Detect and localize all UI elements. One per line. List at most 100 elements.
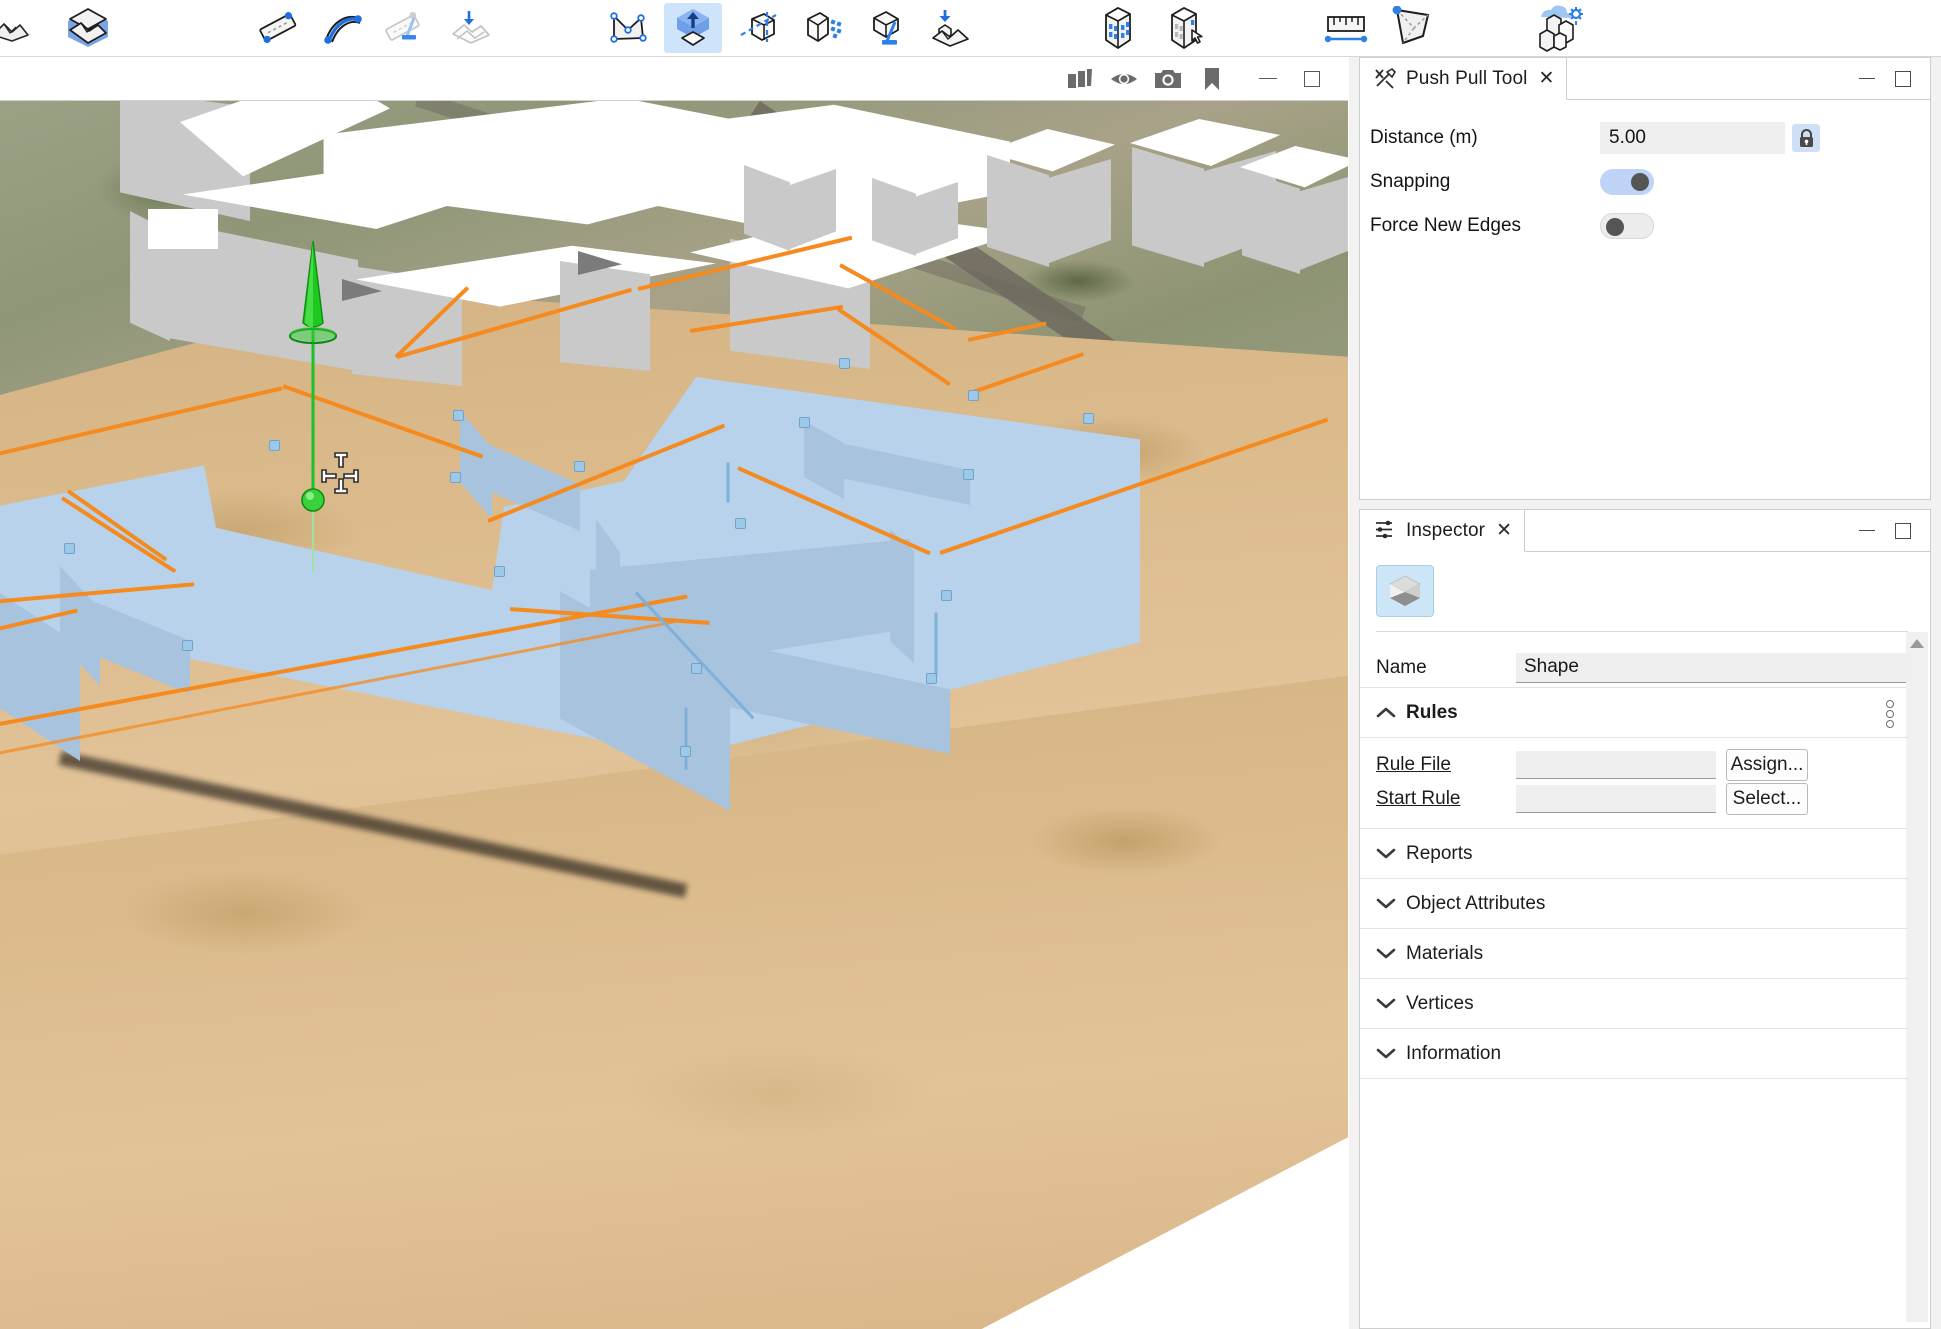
push-pull-icon[interactable] bbox=[664, 3, 722, 53]
inspector-scrollbar[interactable] bbox=[1906, 632, 1928, 1322]
snapping-toggle[interactable] bbox=[1600, 169, 1654, 195]
close-icon[interactable]: ✕ bbox=[1494, 521, 1512, 540]
chevron-down-icon bbox=[1376, 847, 1406, 860]
vertex-handle[interactable] bbox=[968, 390, 979, 401]
mirror-shape-icon[interactable] bbox=[730, 4, 786, 52]
shape-edit-icon[interactable] bbox=[858, 4, 914, 52]
polyline-segment-glyph bbox=[259, 12, 297, 44]
vertex-handle[interactable] bbox=[799, 417, 810, 428]
viewport-minimize-button[interactable] bbox=[1246, 59, 1290, 99]
vertex-handle[interactable] bbox=[182, 640, 193, 651]
chevron-down-icon bbox=[1376, 1047, 1406, 1060]
shape-tab-button[interactable] bbox=[1376, 565, 1434, 617]
inspector-panel: Inspector ✕ Name Shape Rules Rule File A… bbox=[1359, 509, 1931, 1329]
name-input[interactable]: Shape bbox=[1516, 652, 1908, 683]
shape-edge bbox=[934, 612, 938, 677]
start-rule-link[interactable]: Start Rule bbox=[1376, 788, 1516, 810]
curve-street-glyph bbox=[324, 15, 362, 44]
layers-icon[interactable] bbox=[1058, 59, 1102, 99]
tab-push-pull-tool[interactable]: Push Pull Tool ✕ bbox=[1360, 58, 1568, 100]
vertex-handle[interactable] bbox=[453, 410, 464, 421]
street-align-glyph bbox=[452, 11, 490, 44]
name-label: Name bbox=[1376, 656, 1427, 678]
shape-bottom-right[interactable] bbox=[560, 451, 1348, 751]
tab-title: Inspector bbox=[1406, 519, 1486, 541]
city-sun-glyph bbox=[1539, 5, 1583, 52]
panel-minimize-button[interactable] bbox=[1858, 522, 1876, 540]
lock-icon[interactable] bbox=[1792, 124, 1820, 152]
polyline-segment-icon[interactable] bbox=[250, 4, 306, 52]
chevron-down-icon bbox=[1376, 947, 1406, 960]
eye-icon[interactable] bbox=[1102, 59, 1146, 99]
vertex-handle[interactable] bbox=[839, 358, 850, 369]
select-button[interactable]: Select... bbox=[1726, 783, 1808, 815]
scroll-up-arrow[interactable] bbox=[1910, 639, 1924, 648]
panel-maximize-button[interactable] bbox=[1894, 70, 1912, 88]
section-header-vertices[interactable]: Vertices bbox=[1360, 979, 1908, 1029]
vertex-handle[interactable] bbox=[735, 518, 746, 529]
tab-inspector[interactable]: Inspector ✕ bbox=[1360, 510, 1525, 552]
start-rule-input[interactable] bbox=[1516, 785, 1716, 813]
chevron-up-glyph bbox=[1376, 707, 1396, 718]
building-icon[interactable] bbox=[1090, 4, 1146, 52]
polygonal-shape-glyph bbox=[610, 12, 647, 43]
lock-glyph bbox=[1799, 128, 1813, 147]
vertex-handle[interactable] bbox=[680, 746, 691, 757]
vertex-handle[interactable] bbox=[269, 440, 280, 451]
section-header-materials[interactable]: Materials bbox=[1360, 929, 1908, 979]
assign-button[interactable]: Assign... bbox=[1726, 749, 1808, 781]
toggle-knob bbox=[1631, 173, 1649, 191]
distance-label: Distance (m) bbox=[1370, 127, 1478, 148]
rule-file-input[interactable] bbox=[1516, 751, 1716, 779]
section-header-object-attributes[interactable]: Object Attributes bbox=[1360, 879, 1908, 929]
force-new-edges-toggle[interactable] bbox=[1600, 213, 1654, 239]
city-sun-icon[interactable] bbox=[1534, 4, 1590, 52]
rule-file-link[interactable]: Rule File bbox=[1376, 754, 1516, 776]
camera-icon[interactable] bbox=[1146, 59, 1190, 99]
panel-maximize-button[interactable] bbox=[1894, 522, 1912, 540]
3d-viewport[interactable] bbox=[0, 57, 1348, 1329]
align-shape-terrain-icon[interactable] bbox=[922, 4, 978, 52]
chevron-down-icon bbox=[1376, 997, 1406, 1010]
scatter-shape-icon[interactable] bbox=[794, 4, 850, 52]
vertex-handle[interactable] bbox=[1083, 413, 1094, 424]
panel-minimize-button[interactable] bbox=[1858, 70, 1876, 88]
close-icon[interactable]: ✕ bbox=[1536, 69, 1554, 88]
section-header-rules[interactable]: Rules bbox=[1360, 688, 1908, 738]
more-options-icon[interactable] bbox=[1886, 699, 1894, 728]
vertex-handle[interactable] bbox=[450, 472, 461, 483]
main-toolbar bbox=[0, 0, 1941, 57]
building-select-icon[interactable] bbox=[1160, 4, 1216, 52]
distance-input[interactable]: 5.00 bbox=[1600, 122, 1785, 154]
vertex-handle[interactable] bbox=[64, 543, 75, 554]
shape-edge bbox=[684, 707, 688, 770]
viewport-maximize-button[interactable] bbox=[1290, 59, 1334, 99]
vertex-handle[interactable] bbox=[691, 663, 702, 674]
section-title: Object Attributes bbox=[1406, 892, 1546, 914]
vertex-handle[interactable] bbox=[941, 590, 952, 601]
shape-notch-left[interactable] bbox=[0, 546, 200, 726]
tools-icon bbox=[1374, 67, 1397, 90]
section-title: Materials bbox=[1406, 942, 1484, 964]
chevron-up-icon bbox=[1376, 706, 1406, 719]
bookmark-icon[interactable] bbox=[1190, 59, 1234, 99]
map-layer-glyph bbox=[68, 8, 108, 47]
street-modify-icon[interactable] bbox=[378, 4, 434, 52]
section-header-reports[interactable]: Reports bbox=[1360, 829, 1908, 879]
terrain-layer-icon[interactable] bbox=[0, 4, 38, 52]
map-layer-icon[interactable] bbox=[60, 4, 116, 52]
mirror-shape-glyph bbox=[740, 12, 777, 42]
measure-icon[interactable] bbox=[1318, 4, 1374, 52]
vertex-handle[interactable] bbox=[963, 469, 974, 480]
vertex-handle[interactable] bbox=[926, 673, 937, 684]
street-align-icon[interactable] bbox=[442, 4, 498, 52]
row-distance: Distance (m) 5.00 bbox=[1360, 116, 1930, 160]
viewshed-icon[interactable] bbox=[1384, 4, 1440, 52]
scene-canvas[interactable] bbox=[0, 101, 1348, 1329]
polygonal-shape-icon[interactable] bbox=[600, 4, 656, 52]
vertex-handle[interactable] bbox=[494, 566, 505, 577]
building-glyph bbox=[1105, 7, 1131, 49]
vertex-handle[interactable] bbox=[574, 461, 585, 472]
section-header-information[interactable]: Information bbox=[1360, 1029, 1908, 1079]
curve-street-icon[interactable] bbox=[314, 4, 370, 52]
